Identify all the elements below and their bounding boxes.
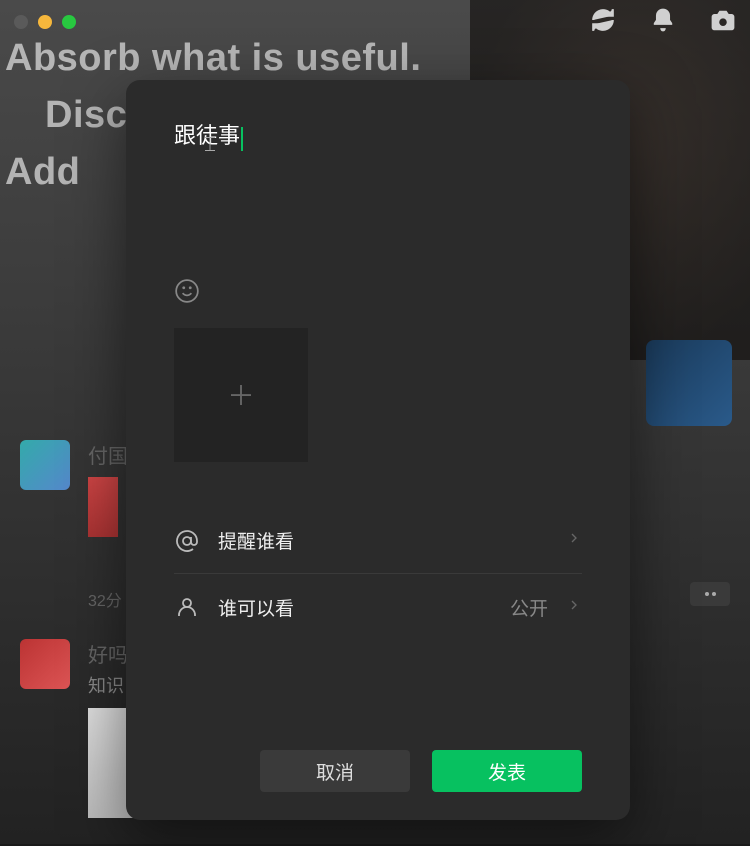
maximize-window[interactable] — [62, 15, 76, 29]
publish-button[interactable]: 发表 — [432, 750, 582, 792]
mention-label: 提醒谁看 — [218, 527, 548, 554]
visibility-value: 公开 — [510, 594, 548, 621]
close-window[interactable] — [14, 15, 28, 29]
add-media-button[interactable] — [174, 328, 308, 462]
feed-timestamp: 32分 — [88, 587, 128, 611]
profile-avatar[interactable] — [646, 340, 732, 426]
refresh-icon[interactable] — [590, 7, 616, 38]
text-caret — [241, 127, 243, 151]
feed-avatar[interactable] — [20, 639, 70, 689]
visibility-label: 谁可以看 — [218, 594, 492, 621]
compose-textarea[interactable]: 跟徒事 ⌶ — [174, 118, 582, 268]
mention-option[interactable]: 提醒谁看 — [174, 508, 582, 574]
camera-icon[interactable] — [710, 7, 736, 38]
feed-more-button[interactable] — [690, 582, 730, 606]
minimize-window[interactable] — [38, 15, 52, 29]
person-icon — [174, 595, 200, 619]
chevron-right-icon — [566, 530, 582, 551]
cancel-button[interactable]: 取消 — [260, 750, 410, 792]
feed-avatar[interactable] — [20, 440, 70, 490]
emoji-button[interactable] — [174, 278, 202, 306]
at-icon — [174, 529, 200, 553]
window-controls — [14, 15, 76, 29]
title-bar — [0, 0, 750, 44]
compose-modal: 跟徒事 ⌶ 提醒谁看 谁可以看 公开 — [126, 80, 630, 820]
text-cursor-icon: ⌶ — [204, 134, 216, 157]
compose-options: 提醒谁看 谁可以看 公开 — [174, 508, 582, 640]
feed-image[interactable] — [88, 477, 118, 537]
feed-username[interactable]: 付国 — [88, 440, 128, 469]
visibility-option[interactable]: 谁可以看 公开 — [174, 574, 582, 640]
modal-actions: 取消 发表 — [174, 720, 582, 792]
chevron-right-icon — [566, 597, 582, 618]
bell-icon[interactable] — [650, 7, 676, 38]
